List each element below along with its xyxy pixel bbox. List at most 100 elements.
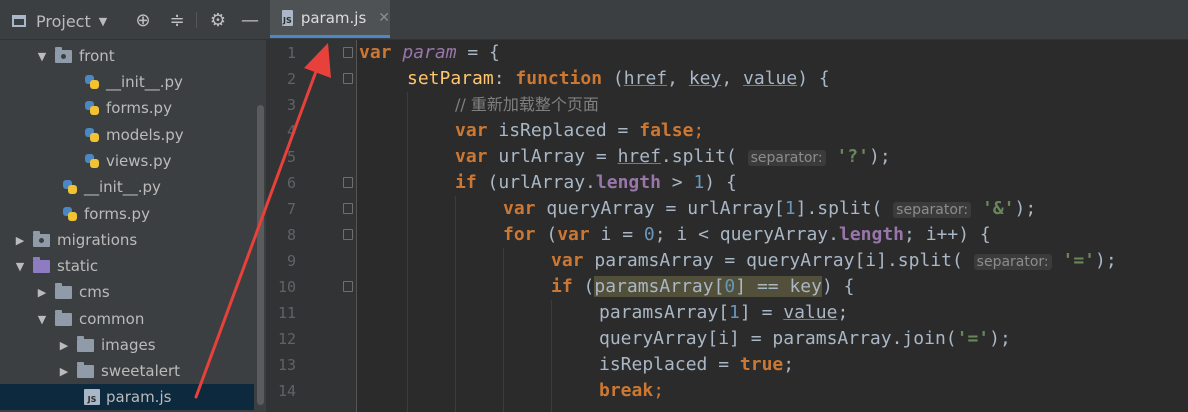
tree-item-label: common — [79, 310, 145, 328]
tree-item-cms[interactable]: ▶ cms — [34, 279, 110, 305]
project-title: Project — [36, 11, 91, 31]
line-number: 2 — [286, 70, 296, 88]
tree-item-param-js[interactable]: JS param.js — [0, 384, 266, 410]
tree-item-file[interactable]: views.py — [84, 148, 172, 174]
fold-marker-icon[interactable] — [343, 73, 353, 84]
tree-item-label: forms.py — [106, 99, 172, 117]
code-line: // 重新加载整个页面 — [455, 92, 599, 118]
tree-item-images[interactable]: ▶ images — [56, 332, 156, 358]
tab-param-js[interactable]: JS param.js ✕ — [270, 0, 390, 38]
project-view-selector[interactable]: Project ▼ — [12, 10, 107, 32]
token: function — [515, 68, 603, 89]
editor-panel: JS param.js ✕ 1 2 3 4 5 6 7 8 9 10 11 12… — [266, 0, 1188, 412]
highlighted-token: ] == key — [735, 276, 822, 297]
tree-item-label: models.py — [106, 126, 184, 144]
line-number: 13 — [277, 356, 296, 374]
comment-token: // 重新加载整个页面 — [455, 95, 599, 114]
project-panel-header: Project ▼ ⊕ ≑ ⚙ — — [0, 0, 266, 40]
python-file-icon — [84, 74, 100, 90]
token: isReplaced = — [599, 354, 740, 375]
tree-item-label: __init__.py — [84, 178, 161, 196]
tree-item-file[interactable]: __init__.py — [84, 69, 183, 95]
gutter-divider — [356, 40, 357, 412]
tree-item-file[interactable]: forms.py — [84, 95, 172, 121]
code-line: if (paramsArray[0] == key) { — [551, 274, 854, 300]
collapsed-arrow-icon[interactable]: ▶ — [12, 234, 28, 247]
token: '=' — [1062, 250, 1096, 271]
tree-item-label: static — [57, 257, 99, 275]
token: for — [503, 224, 536, 245]
token: false — [639, 120, 694, 141]
token: queryArray[i] = paramsArray.join( — [599, 328, 957, 349]
crosshair-icon[interactable]: ⊕ — [132, 9, 154, 31]
line-number: 6 — [286, 174, 296, 192]
tree-scrollbar-thumb[interactable] — [257, 105, 264, 405]
line-number: 1 — [286, 44, 296, 62]
fold-marker-icon[interactable] — [343, 177, 353, 188]
tree-item-label: views.py — [106, 152, 172, 170]
tree-item-file[interactable]: forms.py — [62, 201, 150, 227]
token: : — [493, 68, 516, 89]
tree-item-label: param.js — [106, 388, 172, 406]
js-file-icon: JS — [84, 389, 100, 405]
collapse-icon[interactable]: ≑ — [166, 9, 188, 31]
code-line: break; — [599, 378, 664, 404]
token: var — [455, 146, 488, 167]
token: href — [617, 146, 661, 167]
token: ); — [989, 328, 1011, 349]
parameter-hint: separator: — [747, 150, 826, 166]
token: var — [359, 42, 392, 63]
tree-item-front[interactable]: ▼ front — [34, 43, 115, 69]
folder-icon — [55, 282, 72, 299]
folder-icon — [55, 309, 72, 326]
collapsed-arrow-icon[interactable]: ▶ — [56, 339, 72, 352]
folder-icon — [33, 230, 50, 247]
token: .split( — [660, 146, 737, 167]
minimize-icon[interactable]: — — [239, 9, 261, 31]
line-number: 12 — [277, 330, 296, 348]
expanded-arrow-icon[interactable]: ▼ — [34, 313, 50, 326]
tree-item-file[interactable]: models.py — [84, 122, 184, 148]
token: ; — [837, 302, 849, 323]
expanded-arrow-icon[interactable]: ▼ — [12, 260, 28, 273]
js-file-icon: JS — [282, 9, 293, 26]
token: ; i < queryArray. — [654, 224, 839, 245]
token: 1 — [729, 302, 740, 323]
python-file-icon — [84, 127, 100, 143]
tree-item-sweetalert[interactable]: ▶ sweetalert — [56, 358, 180, 384]
line-number: 4 — [286, 122, 296, 140]
gear-icon[interactable]: ⚙ — [207, 9, 229, 31]
collapsed-arrow-icon[interactable]: ▶ — [56, 365, 72, 378]
tree-item-static[interactable]: ▼ static — [12, 253, 98, 279]
code-line: paramsArray[1] = value; — [599, 300, 848, 326]
fold-marker-icon[interactable] — [343, 229, 353, 240]
tree-item-common[interactable]: ▼ common — [34, 306, 144, 332]
token: queryArray = urlArray[ — [535, 198, 785, 219]
token: 1 — [693, 172, 705, 193]
tree-item-label: cms — [79, 283, 110, 301]
tree-item-migrations[interactable]: ▶ migrations — [12, 227, 137, 253]
token: value — [783, 302, 838, 323]
code-area[interactable]: var param = { setParam: function (href, … — [359, 40, 1188, 412]
token: value — [743, 68, 798, 89]
token: var — [551, 250, 584, 271]
indent-guide — [455, 196, 456, 412]
token: break — [599, 380, 654, 401]
indent-guide — [503, 248, 504, 412]
tree-item-file[interactable]: __init__.py — [62, 174, 161, 200]
code-line: var queryArray = urlArray[1].split( sepa… — [503, 196, 1036, 222]
fold-marker-icon[interactable] — [343, 47, 353, 58]
expanded-arrow-icon[interactable]: ▼ — [34, 50, 50, 63]
fold-marker-icon[interactable] — [343, 281, 353, 292]
fold-marker-icon[interactable] — [343, 203, 353, 214]
close-icon[interactable]: ✕ — [378, 10, 390, 26]
tree-item-label: sweetalert — [101, 362, 181, 380]
highlighted-token: paramsArray[ — [594, 276, 725, 297]
chevron-down-icon: ▼ — [98, 14, 108, 28]
tab-label: param.js — [300, 8, 367, 27]
collapsed-arrow-icon[interactable]: ▶ — [34, 286, 50, 299]
parameter-hint: separator: — [973, 254, 1052, 270]
tree-item-label: __init__.py — [106, 73, 183, 91]
token: > — [660, 172, 694, 193]
token: , — [721, 68, 744, 89]
